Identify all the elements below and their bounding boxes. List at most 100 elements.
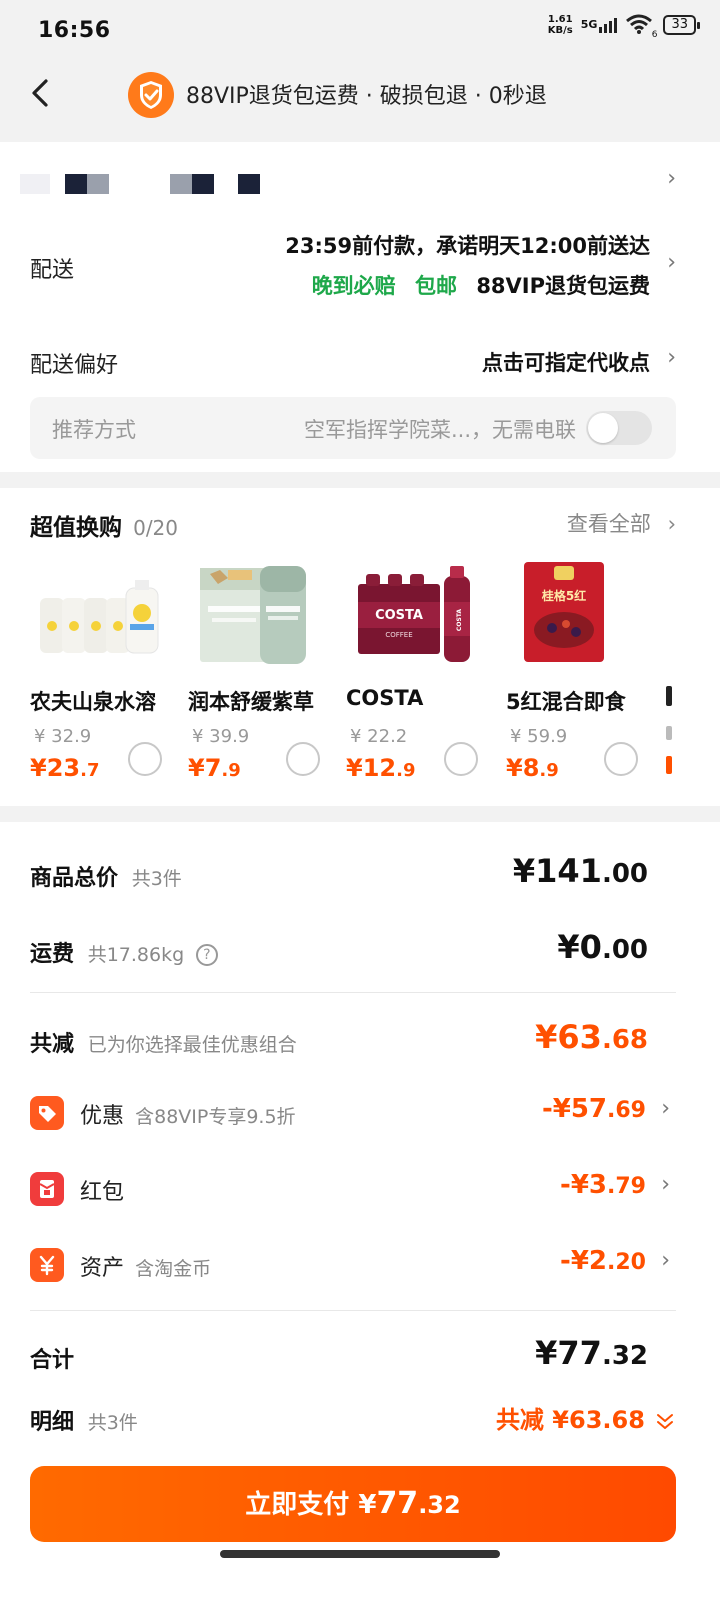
shield-icon — [128, 72, 174, 118]
discount-note: 含88VIP专享9.5折 — [135, 1106, 296, 1128]
partial-name-stub — [666, 686, 672, 706]
product-original-price: ¥ 59.9 — [510, 726, 568, 747]
home-indicator[interactable] — [220, 1550, 500, 1558]
double-chevron-down-icon — [654, 1411, 676, 1437]
back-icon[interactable] — [26, 78, 56, 108]
product-select-radio[interactable] — [604, 742, 638, 776]
price-int: ¥23 — [30, 754, 81, 782]
price-int: ¥8 — [506, 754, 540, 782]
net-speed: 1.61 KB/s — [548, 14, 573, 36]
costa-logo-text: COSTA — [375, 608, 423, 623]
goods-total-amount: ¥141.00 — [513, 852, 648, 890]
reduce-dec: .68 — [601, 1025, 648, 1055]
oat-logo-text: 桂格5红 — [541, 588, 586, 603]
detail-label: 明细 共3件 — [30, 1404, 138, 1436]
delivery-pref-label: 配送偏好 — [30, 353, 119, 378]
discount-row[interactable]: 优惠 含88VIP专享9.5折 -¥57.69 › — [30, 1094, 676, 1134]
asset-int: -¥2 — [560, 1246, 608, 1276]
product-name: 农夫山泉水溶 — [30, 690, 156, 714]
goods-total-label: 商品总价 共3件 — [30, 860, 182, 892]
product-name: 润本舒缓紫草 — [188, 690, 314, 714]
detail-toggle[interactable]: 共减 ¥63.68 — [496, 1400, 676, 1437]
price-dec: .9 — [539, 760, 559, 781]
swap-product[interactable]: 润本舒缓紫草 ¥ 39.9 ¥7.9 — [188, 558, 344, 782]
status-bar: 16:56 1.61 KB/s 5G 6 33 — [0, 0, 720, 64]
free-shipping-tag: 包邮 — [415, 274, 457, 298]
signal-icon: 5G — [580, 17, 618, 33]
wifi-sub: 6 — [651, 30, 658, 40]
view-all-link[interactable]: 查看全部 › — [567, 508, 676, 538]
help-icon[interactable]: ? — [195, 944, 218, 966]
product-price: ¥7.9 — [188, 754, 241, 782]
redpack-int: -¥3 — [560, 1170, 608, 1200]
network-type: 5G — [580, 17, 598, 31]
partial-orig-stub — [666, 726, 672, 740]
swap-product[interactable]: COSTA COFFEE COSTA COSTA ¥ 22.2 ¥12.9 — [346, 558, 502, 782]
total-amount: ¥77.32 — [535, 1334, 648, 1372]
goods-total-text: 商品总价 — [30, 866, 119, 891]
pickup-chevron-icon[interactable]: › — [667, 345, 676, 370]
divider — [30, 1310, 676, 1311]
discount-dec: .69 — [607, 1098, 646, 1123]
reduce-amount: ¥63.68 — [535, 1018, 648, 1056]
top-bar: 88VIP退货包运费 · 破损包退 · 0秒退 — [0, 64, 720, 142]
product-image-costa: COSTA COFFEE COSTA — [346, 558, 486, 668]
product-select-radio[interactable] — [286, 742, 320, 776]
redpacket-row[interactable]: 红包 -¥3.79 › — [30, 1170, 676, 1210]
product-select-radio[interactable] — [444, 742, 478, 776]
address-redacted[interactable] — [20, 170, 280, 200]
price-int: ¥7 — [188, 754, 222, 782]
pickup-point-link[interactable]: 点击可指定代收点 — [482, 347, 650, 377]
system-icons: 1.61 KB/s 5G 6 33 — [548, 14, 700, 40]
reduce-note: 已为你选择最佳优惠组合 — [87, 1034, 297, 1056]
wifi-icon: 6 — [625, 14, 657, 40]
redpacket-chevron-icon: › — [661, 1172, 670, 1197]
goods-count: 共3件 — [131, 868, 182, 890]
product-select-radio[interactable] — [128, 742, 162, 776]
divider — [30, 992, 676, 993]
costa-bottle-text: COSTA — [456, 609, 463, 631]
swap-product-partial[interactable] — [666, 686, 680, 776]
asset-amount: -¥2.20 — [560, 1246, 646, 1276]
costa-sub-text: COFFEE — [385, 631, 412, 639]
asset-row[interactable]: 资产 含淘金币 -¥2.20 › — [30, 1246, 676, 1286]
asset-note: 含淘金币 — [135, 1258, 212, 1280]
view-all-text: 查看全部 — [566, 512, 651, 536]
swap-title-text: 超值换购 — [30, 515, 122, 541]
yuan-icon — [30, 1248, 64, 1282]
asset-dec: .20 — [607, 1250, 646, 1275]
discount-text: 优惠 — [80, 1104, 125, 1129]
recommend-toggle[interactable] — [586, 411, 652, 445]
asset-chevron-icon: › — [661, 1248, 670, 1273]
redpacket-label: 红包 — [80, 1180, 125, 1205]
pay-int: 77 — [376, 1486, 419, 1521]
ship-dec: .00 — [601, 935, 648, 965]
discount-label: 优惠 含88VIP专享9.5折 — [80, 1098, 296, 1130]
product-image-balm — [188, 558, 328, 668]
detail-reduce: 共减 ¥63.68 — [495, 1406, 645, 1434]
swap-product[interactable]: 桂格5红 5红混合即食 ¥ 59.9 ¥8.9 — [506, 558, 662, 782]
product-price: ¥12.9 — [346, 754, 415, 782]
goods-dec: .00 — [601, 859, 648, 889]
price-dec: .7 — [80, 760, 100, 781]
pay-now-button[interactable]: 立即支付 ¥77.32 — [30, 1466, 676, 1542]
product-image-oats: 桂格5红 — [506, 558, 646, 668]
swap-title: 超值换购 0/20 — [30, 508, 178, 542]
delivery-chevron-icon[interactable]: › — [667, 250, 676, 275]
late-compensation-tag: 晚到必赔 — [311, 274, 396, 298]
shipping-text: 运费 — [30, 942, 75, 967]
address-chevron-icon[interactable]: › — [667, 166, 676, 191]
swap-product[interactable]: 农夫山泉水溶 ¥ 32.9 ¥23.7 — [30, 558, 186, 782]
delivery-promise: 23:59前付款，承诺明天12:00前送达 — [285, 234, 650, 258]
pay-dec: .32 — [418, 1491, 461, 1519]
swap-count: 0/20 — [133, 516, 179, 540]
price-dec: .9 — [221, 760, 241, 781]
recommend-method-label: 推荐方式 — [52, 418, 136, 442]
asset-text: 资产 — [80, 1256, 125, 1281]
redpack-dec: .79 — [607, 1174, 646, 1199]
asset-label: 资产 含淘金币 — [80, 1250, 211, 1282]
reduce-label: 共减 已为你选择最佳优惠组合 — [30, 1026, 297, 1058]
product-price: ¥23.7 — [30, 754, 99, 782]
summary-card: 商品总价 共3件 ¥141.00 运费 共17.86kg ? ¥0.00 共减 … — [0, 822, 720, 1600]
product-original-price: ¥ 22.2 — [350, 726, 408, 747]
